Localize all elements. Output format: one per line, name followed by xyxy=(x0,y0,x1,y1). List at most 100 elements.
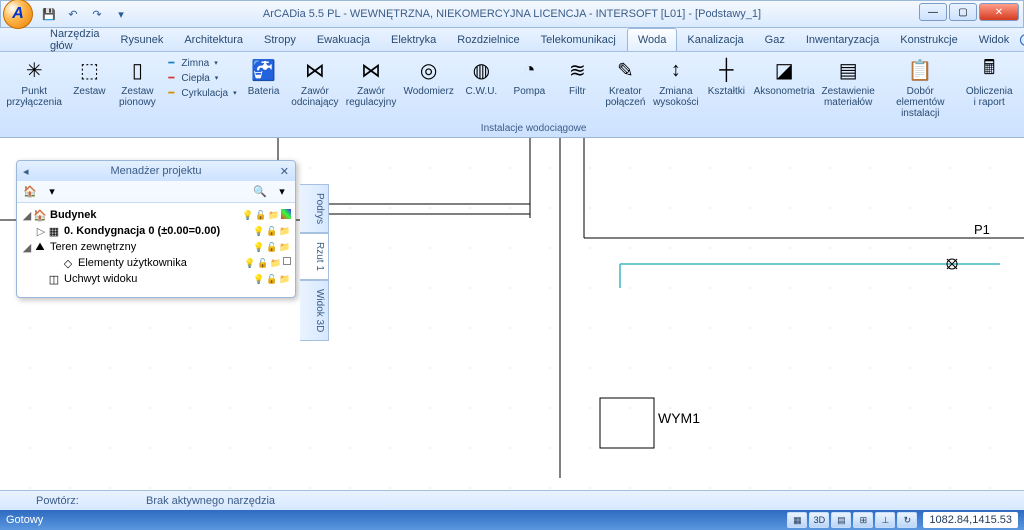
tab-konstrukcje[interactable]: Konstrukcje xyxy=(890,28,968,51)
color-swatch-icon[interactable] xyxy=(281,209,291,219)
kreator-polaczen-button[interactable]: ✎Kreatorpołączeń xyxy=(602,54,648,110)
tab-rysunek[interactable]: Rysunek xyxy=(111,28,175,51)
tree-node-budynek[interactable]: ◢ 🏠 Budynek 💡🔓📁 xyxy=(21,207,291,223)
side-tab-rzut1[interactable]: Rzut 1 xyxy=(300,233,329,280)
zestaw-button[interactable]: ⬚Zestaw xyxy=(66,54,112,99)
ribbon: ✳Punktprzyłączenia ⬚Zestaw ▯Zestawpionow… xyxy=(0,52,1024,138)
save-icon[interactable]: 💾 xyxy=(39,4,59,24)
drawing-canvas[interactable]: P1 WYM1 ◂ Menadżer projektu ✕ 🏠 ▾ 🔍 ▾ ◢ … xyxy=(0,138,1024,490)
tab-widok[interactable]: Widok xyxy=(969,28,1021,51)
ciepla-button[interactable]: ━Ciepła▾ xyxy=(164,71,236,85)
lock-icon[interactable]: 🔓 xyxy=(266,225,278,237)
folder-icon[interactable]: 📁 xyxy=(268,209,280,221)
pm-dropdown-icon[interactable]: ▾ xyxy=(43,183,61,201)
cwu-button[interactable]: ◍C.W.U. xyxy=(458,54,504,99)
watermeter-icon: ◎ xyxy=(415,56,443,84)
color-box-icon[interactable] xyxy=(283,257,291,265)
app-logo-letter: A xyxy=(12,5,24,23)
project-manager-title-bar[interactable]: ◂ Menadżer projektu ✕ xyxy=(17,161,295,181)
tab-architektura[interactable]: Architektura xyxy=(174,28,254,51)
pm-filter-icon[interactable]: 🔍 xyxy=(251,183,269,201)
ksztaltki-button[interactable]: ┼Kształtki xyxy=(703,54,749,99)
tree-node-uchwyt[interactable]: ◫ Uchwyt widoku 💡🔓📁 xyxy=(21,271,291,287)
cyrkulacja-button[interactable]: ━Cyrkulacja▾ xyxy=(164,86,236,100)
opcje-button[interactable]: ⚙Opcje xyxy=(1017,54,1024,99)
connection-wizard-icon: ✎ xyxy=(611,56,639,84)
pompa-button[interactable]: ◔Pompa xyxy=(506,54,552,99)
zawor-regulacyjny-button[interactable]: ⋈Zawórregulacyjny xyxy=(343,54,399,110)
close-button[interactable]: ✕ xyxy=(979,3,1019,21)
folder-icon[interactable]: 📁 xyxy=(279,241,291,253)
tree-node-elementy[interactable]: ◇ Elementy użytkownika 💡🔓📁 xyxy=(21,255,291,271)
user-elements-icon: ◇ xyxy=(61,256,75,270)
folder-icon[interactable]: 📁 xyxy=(279,273,291,285)
filtr-button[interactable]: ≋Filtr xyxy=(554,54,600,99)
wodomierz-button[interactable]: ◎Wodomierz xyxy=(401,54,457,99)
bulb-icon[interactable]: 💡 xyxy=(242,209,254,221)
tab-stropy[interactable]: Stropy xyxy=(254,28,307,51)
qat-dropdown-icon[interactable]: ▾ xyxy=(111,4,131,24)
lock-icon[interactable]: 🔓 xyxy=(266,273,278,285)
set-icon: ⬚ xyxy=(75,56,103,84)
ribbon-tab-bar: Narzędzia głów Rysunek Architektura Stro… xyxy=(0,28,1024,52)
bulb-icon[interactable]: 💡 xyxy=(253,225,265,237)
status-layers-button[interactable]: ▤ xyxy=(831,512,851,528)
pm-home-icon[interactable]: 🏠 xyxy=(21,183,39,201)
status-snap-button[interactable]: ⊞ xyxy=(853,512,873,528)
tree-node-kondygnacja[interactable]: ▷ ▦ 0. Kondygnacja 0 (±0.00=0.00) 💡🔓📁 xyxy=(21,223,291,239)
panel-close-icon[interactable]: ✕ xyxy=(280,165,289,178)
tab-rozdzielnice[interactable]: Rozdzielnice xyxy=(447,28,530,51)
tab-kanalizacja[interactable]: Kanalizacja xyxy=(677,28,754,51)
bateria-button[interactable]: 🚰Bateria xyxy=(241,54,287,99)
zimna-button[interactable]: ━Zimna▾ xyxy=(164,56,236,70)
tab-gaz[interactable]: Gaz xyxy=(755,28,796,51)
minimize-button[interactable]: — xyxy=(919,3,947,21)
tree-twisty-icon[interactable]: ◢ xyxy=(21,209,33,222)
help-button[interactable]: ?Pomoc▾ xyxy=(1020,34,1024,46)
project-manager-panel[interactable]: ◂ Menadżer projektu ✕ 🏠 ▾ 🔍 ▾ ◢ 🏠 Budyne… xyxy=(16,160,296,298)
status-ortho-button[interactable]: ⊥ xyxy=(875,512,895,528)
tab-inwent[interactable]: Inwentaryzacja xyxy=(796,28,890,51)
maximize-button[interactable]: ▢ xyxy=(949,3,977,21)
folder-icon[interactable]: 📁 xyxy=(279,225,291,237)
tab-narzedzia[interactable]: Narzędzia głów xyxy=(40,28,111,51)
command-message: Brak aktywnego narzędzia xyxy=(146,495,275,507)
tab-telekom[interactable]: Telekomunikacj xyxy=(531,28,627,51)
window-title: ArCADia 5.5 PL - WEWNĘTRZNA, NIEKOMERCYJ… xyxy=(263,8,761,20)
tree-twisty-icon[interactable]: ◢ xyxy=(21,241,33,254)
zestaw-pionowy-button[interactable]: ▯Zestawpionowy xyxy=(114,54,160,110)
status-refresh-button[interactable]: ↻ xyxy=(897,512,917,528)
tab-elektryka[interactable]: Elektryka xyxy=(381,28,447,51)
status-coordinates: 1082.84,1415.53 xyxy=(923,512,1018,528)
side-tab-widok3d[interactable]: Widok 3D xyxy=(300,280,329,341)
zestawienie-materialow-button[interactable]: ▤Zestawieniemateriałów xyxy=(819,54,877,110)
lock-icon[interactable]: 🔓 xyxy=(255,209,267,221)
tree-node-teren[interactable]: ◢ ⛰ Teren zewnętrzny 💡🔓📁 xyxy=(21,239,291,255)
pm-filter-dropdown-icon[interactable]: ▾ xyxy=(273,183,291,201)
app-menu-orb[interactable]: A xyxy=(3,0,33,29)
lock-icon[interactable]: 🔓 xyxy=(257,257,269,269)
undo-icon[interactable]: ↶ xyxy=(63,4,83,24)
bulb-icon[interactable]: 💡 xyxy=(253,241,265,253)
zawor-odcinajacy-button[interactable]: ⋈Zawórodcinający xyxy=(289,54,342,110)
dobor-elementow-button[interactable]: 📋Dobór elementówinstalacji xyxy=(879,54,961,121)
status-3d-button[interactable]: 3D xyxy=(809,512,829,528)
punkt-przylaczenia-button[interactable]: ✳Punktprzyłączenia xyxy=(4,54,64,110)
element-selection-icon: 📋 xyxy=(906,56,934,84)
panel-minimize-icon[interactable]: ◂ xyxy=(23,165,29,178)
folder-icon[interactable]: 📁 xyxy=(270,257,282,269)
storey-icon: ▦ xyxy=(47,224,61,238)
lock-icon[interactable]: 🔓 xyxy=(266,241,278,253)
bulb-icon[interactable]: 💡 xyxy=(244,257,256,269)
redo-icon[interactable]: ↷ xyxy=(87,4,107,24)
bulb-icon[interactable]: 💡 xyxy=(253,273,265,285)
obliczenia-raport-button[interactable]: 🖩Obliczeniai raport xyxy=(963,54,1015,110)
side-tab-podrys[interactable]: Podrys xyxy=(300,184,329,233)
tab-ewakuacja[interactable]: Ewakuacja xyxy=(307,28,381,51)
aksonometria-button[interactable]: ◪Aksonometria xyxy=(751,54,817,99)
shutoff-valve-icon: ⋈ xyxy=(301,56,329,84)
tree-twisty-icon[interactable]: ▷ xyxy=(35,225,47,238)
zmiana-wysokosci-button[interactable]: ↕Zmianawysokości xyxy=(650,54,701,110)
status-grid-button[interactable]: ▦ xyxy=(787,512,807,528)
tab-woda[interactable]: Woda xyxy=(627,28,678,51)
